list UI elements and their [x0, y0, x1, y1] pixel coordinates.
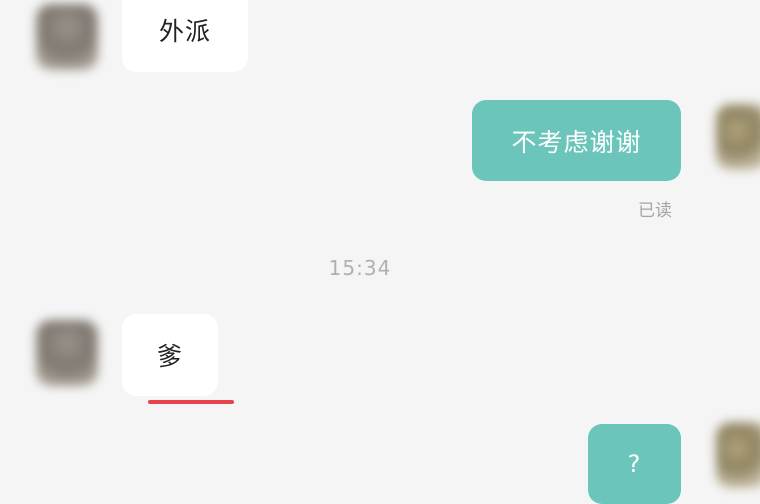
outgoing-message-bubble[interactable]: 不考虑谢谢	[472, 100, 681, 181]
message-text: 不考虑谢谢	[511, 127, 642, 157]
contact-avatar[interactable]	[36, 320, 98, 386]
incoming-message-bubble[interactable]: 爹	[122, 314, 218, 396]
message-text: ?	[627, 450, 642, 478]
incoming-message-bubble[interactable]: 外派	[122, 0, 248, 72]
contact-avatar[interactable]	[36, 4, 98, 70]
read-status: 已读	[638, 201, 672, 221]
user-avatar[interactable]	[716, 104, 760, 170]
highlight-underline	[148, 400, 234, 404]
outgoing-message-bubble[interactable]: ?	[588, 424, 681, 504]
user-avatar[interactable]	[716, 422, 760, 488]
message-timestamp: 15:34	[328, 256, 392, 280]
message-text: 外派	[158, 17, 211, 46]
message-text: 爹	[156, 342, 183, 371]
